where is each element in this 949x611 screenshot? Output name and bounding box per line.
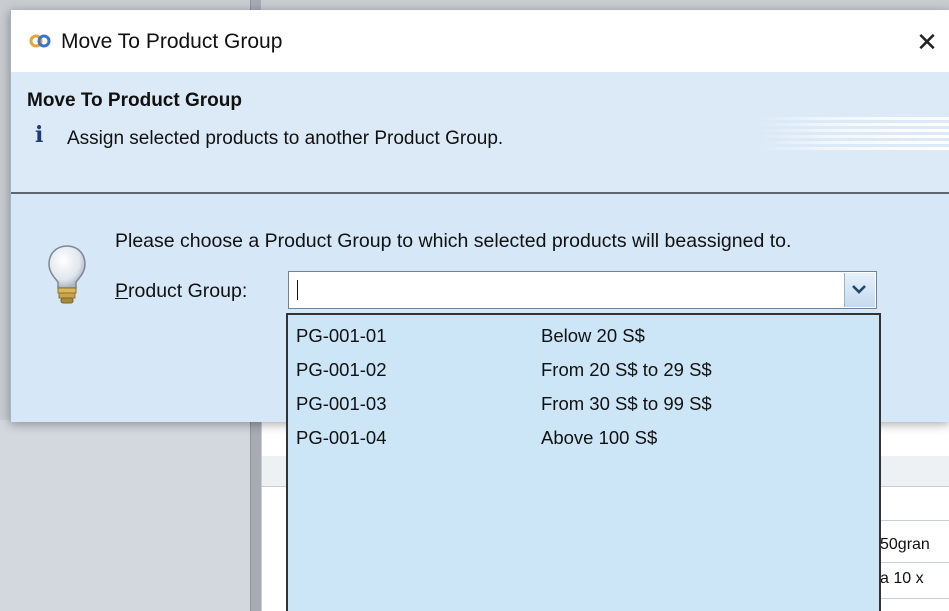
item-description: From 20 S$ to 29 S$ [541,359,712,380]
item-code: PG-001-04 [296,427,387,448]
background-grid-cell: 50gran [880,536,930,553]
info-icon: i [35,122,44,148]
item-code: PG-001-01 [296,325,387,346]
background-grid-line [878,562,949,563]
list-item[interactable]: PG-001-01 Below 20 S$ [288,319,879,353]
chevron-down-icon [852,285,866,294]
wizard-header: Move To Product Group i Assign selected … [11,72,949,192]
item-code: PG-001-03 [296,393,387,414]
label-text: roduct Group: [128,280,248,302]
list-item[interactable]: PG-001-04 Above 100 S$ [288,421,879,455]
lightbulb-icon [48,245,86,304]
instruction-text: Please choose a Product Group to which s… [115,230,792,252]
background-left-panel [0,420,250,611]
list-item[interactable]: PG-001-02 From 20 S$ to 29 S$ [288,353,879,387]
close-button[interactable]: ✕ [909,24,945,60]
product-group-dropdown-list[interactable]: PG-001-01 Below 20 S$ PG-001-02 From 20 … [286,313,881,611]
dialog-titlebar[interactable]: Move To Product Group ✕ [11,10,949,72]
item-code: PG-001-02 [296,359,387,380]
close-icon: ✕ [916,27,938,57]
header-decoration [759,117,949,157]
background-grid-line [878,598,949,599]
list-item[interactable]: PG-001-03 From 30 S$ to 99 S$ [288,387,879,421]
header-title: Move To Product Group [27,90,242,111]
item-description: Below 20 S$ [541,325,645,346]
product-group-combobox[interactable] [288,271,877,309]
text-caret [297,280,298,300]
header-description: Assign selected products to another Prod… [67,128,504,149]
label-accelerator: P [115,280,129,302]
combo-dropdown-button[interactable] [844,273,875,307]
background-grid-cell: a 10 x [880,570,924,587]
dialog-title: Move To Product Group [61,30,283,53]
link-chain-icon [29,34,51,48]
item-description: Above 100 S$ [541,427,658,448]
background-grid-line [878,520,949,521]
product-group-label: Product Group: [115,280,247,303]
item-description: From 30 S$ to 99 S$ [541,393,712,414]
